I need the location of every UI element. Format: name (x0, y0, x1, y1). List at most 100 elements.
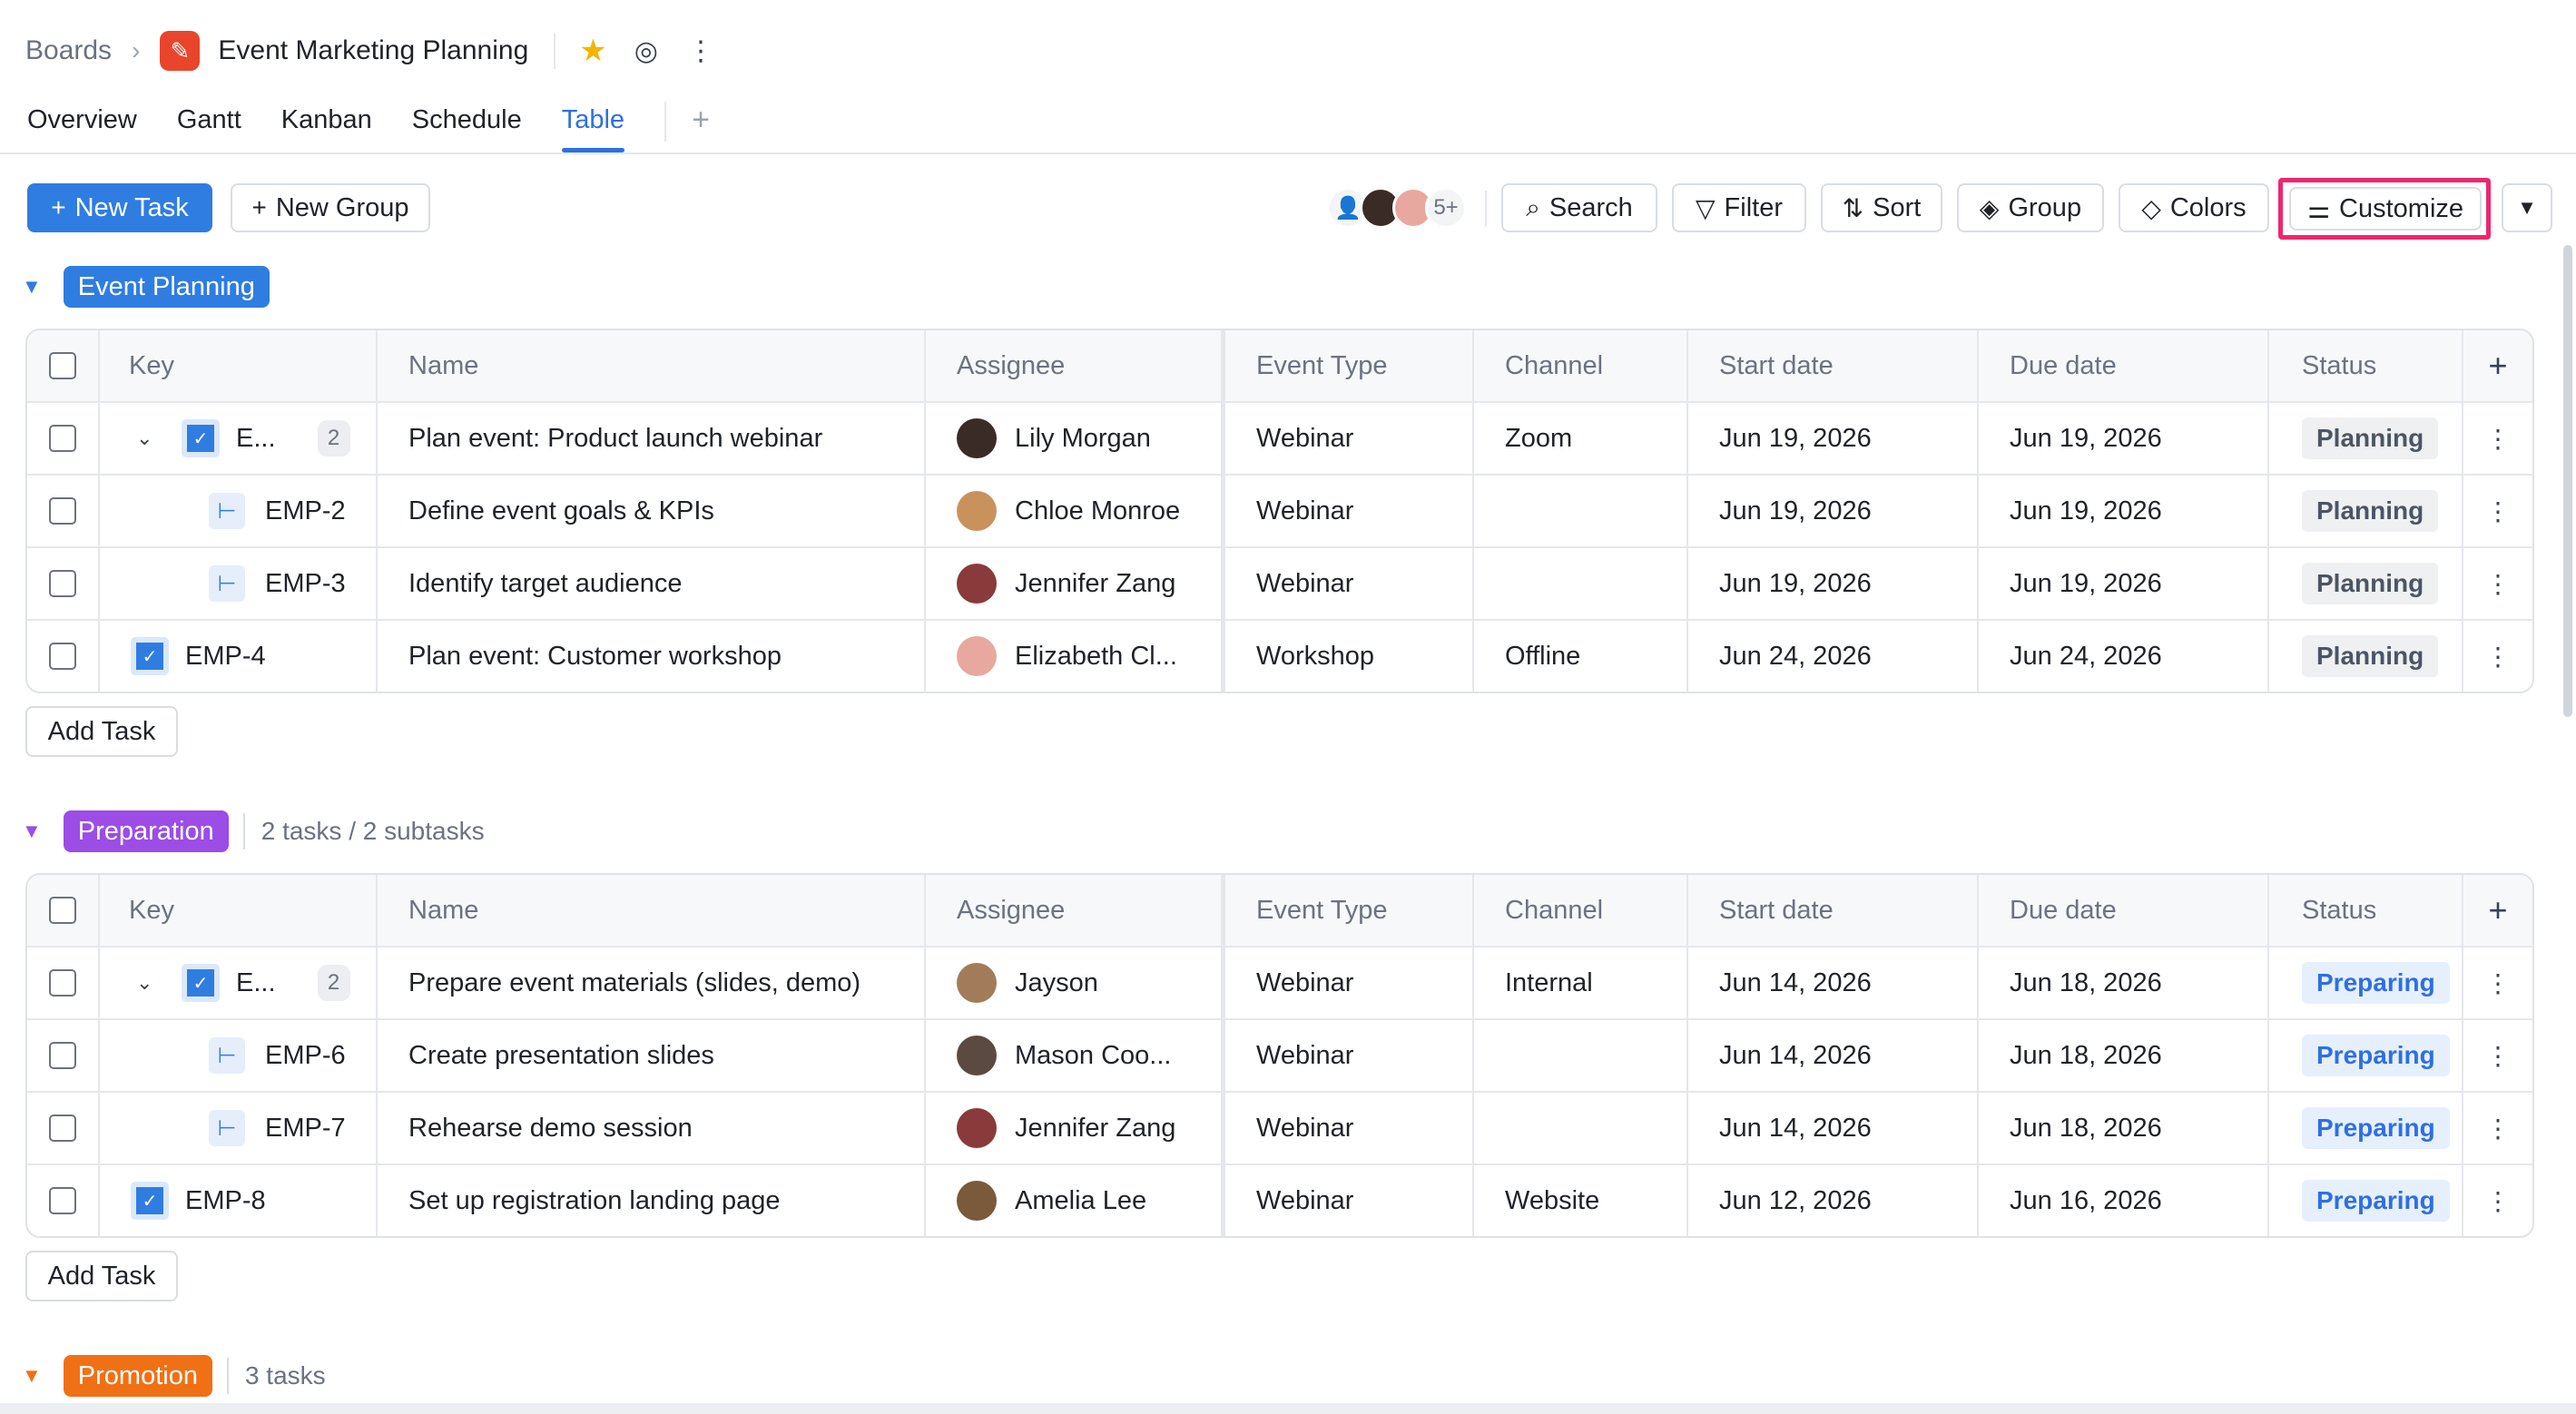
row-checkbox[interactable] (49, 1042, 76, 1069)
channel-cell[interactable] (1474, 548, 1688, 619)
row-checkbox[interactable] (49, 969, 76, 997)
status-cell[interactable]: Preparing (2269, 1165, 2463, 1236)
group-label[interactable]: Event Planning (63, 266, 270, 308)
more-vertical-icon[interactable]: ⋮ (2485, 1186, 2511, 1216)
channel-cell[interactable] (1474, 476, 1688, 546)
due-date-cell[interactable]: Jun 18, 2026 (1979, 1020, 2269, 1091)
column-header-name[interactable]: Name (378, 330, 926, 401)
assignee-cell[interactable]: Chloe Monroe (926, 476, 1225, 546)
due-date-cell[interactable]: Jun 19, 2026 (1979, 548, 2269, 619)
add-column-icon[interactable]: + (2488, 347, 2507, 385)
due-date-cell[interactable]: Jun 18, 2026 (1979, 948, 2269, 1018)
more-vertical-icon[interactable]: ⋮ (2485, 968, 2511, 998)
status-cell[interactable]: Preparing (2269, 1020, 2463, 1091)
expand-chevron-icon[interactable]: ⌄ (136, 427, 156, 450)
task-name[interactable]: Rehearse demo session (378, 1093, 926, 1164)
channel-cell[interactable]: Internal (1474, 948, 1688, 1018)
select-all-checkbox[interactable] (49, 352, 76, 379)
group-label[interactable]: Preparation (63, 810, 229, 852)
status-cell[interactable]: Planning (2269, 621, 2463, 692)
table-row[interactable]: ⊢ EMP-7 Rehearse demo session Jennifer Z… (27, 1091, 2532, 1164)
task-name[interactable]: Create presentation slides (378, 1020, 926, 1091)
assignee-cell[interactable]: Lily Morgan (926, 403, 1225, 474)
due-date-cell[interactable]: Jun 18, 2026 (1979, 1093, 2269, 1164)
column-header-name[interactable]: Name (378, 875, 926, 946)
add-view-icon[interactable]: + (664, 102, 710, 142)
filter-button[interactable]: ▽ Filter (1672, 183, 1806, 232)
column-header-start-date[interactable]: Start date (1688, 875, 1979, 946)
task-key[interactable]: EMP-8 (185, 1186, 266, 1216)
column-header-key[interactable]: Key (100, 875, 378, 946)
column-header-status[interactable]: Status (2269, 330, 2463, 401)
breadcrumb-boards[interactable]: Boards (25, 35, 112, 66)
member-avatars[interactable]: 👤 5+ (1327, 187, 1467, 231)
board-title[interactable]: Event Marketing Planning (218, 35, 528, 66)
event-type-cell[interactable]: Webinar (1225, 1165, 1474, 1236)
more-vertical-icon[interactable]: ⋮ (2485, 424, 2511, 454)
expand-chevron-icon[interactable]: ⌄ (136, 971, 156, 995)
status-cell[interactable]: Preparing (2269, 1093, 2463, 1164)
add-task-button[interactable]: Add Task (25, 1251, 178, 1301)
tab-table[interactable]: Table (561, 102, 625, 152)
group-label[interactable]: Promotion (63, 1355, 212, 1397)
sort-button[interactable]: ⇅ Sort (1821, 183, 1942, 232)
more-vertical-icon[interactable]: ⋮ (2485, 496, 2511, 526)
task-name[interactable]: Plan event: Product launch webinar (378, 403, 926, 474)
row-checkbox[interactable] (49, 1187, 76, 1214)
table-row[interactable]: ⌄ ✓ E... 2 Plan event: Product launch we… (27, 401, 2532, 474)
status-cell[interactable]: Planning (2269, 548, 2463, 619)
assignee-cell[interactable]: Elizabeth Cl... (926, 621, 1225, 692)
watch-icon[interactable]: ◎ (634, 35, 658, 67)
event-type-cell[interactable]: Workshop (1225, 621, 1474, 692)
due-date-cell[interactable]: Jun 16, 2026 (1979, 1165, 2269, 1236)
start-date-cell[interactable]: Jun 19, 2026 (1688, 403, 1979, 474)
assignee-cell[interactable]: Amelia Lee (926, 1165, 1225, 1236)
table-row[interactable]: ⊢ EMP-2 Define event goals & KPIs Chloe … (27, 474, 2532, 546)
column-header-due-date[interactable]: Due date (1979, 330, 2269, 401)
start-date-cell[interactable]: Jun 14, 2026 (1688, 1020, 1979, 1091)
event-type-cell[interactable]: Webinar (1225, 476, 1474, 546)
group-button[interactable]: ◈ Group (1957, 183, 2104, 232)
task-key[interactable]: EMP-7 (265, 1114, 346, 1144)
tab-schedule[interactable]: Schedule (412, 102, 522, 152)
row-checkbox[interactable] (49, 643, 76, 670)
add-column-icon[interactable]: + (2488, 891, 2507, 929)
more-vertical-icon[interactable]: ⋮ (2485, 569, 2511, 599)
column-header-event-type[interactable]: Event Type (1225, 875, 1474, 946)
row-checkbox[interactable] (49, 1115, 76, 1142)
table-row[interactable]: ⊢ EMP-3 Identify target audience Jennife… (27, 546, 2532, 619)
more-vertical-icon[interactable]: ⋮ (2485, 1041, 2511, 1071)
more-vertical-icon[interactable]: ⋮ (2485, 642, 2511, 672)
collapse-caret-icon[interactable]: ▼ (22, 820, 42, 843)
column-header-assignee[interactable]: Assignee (926, 875, 1225, 946)
task-name[interactable]: Plan event: Customer workshop (378, 621, 926, 692)
channel-cell[interactable] (1474, 1093, 1688, 1164)
collapse-caret-icon[interactable]: ▼ (22, 275, 42, 299)
assignee-cell[interactable]: Jayson (926, 948, 1225, 1018)
column-header-start-date[interactable]: Start date (1688, 330, 1979, 401)
event-type-cell[interactable]: Webinar (1225, 1093, 1474, 1164)
row-checkbox[interactable] (49, 425, 76, 452)
tab-kanban[interactable]: Kanban (281, 102, 372, 152)
collapse-caret-icon[interactable]: ▼ (22, 1364, 42, 1388)
task-name[interactable]: Identify target audience (378, 548, 926, 619)
more-options-dropdown[interactable]: ▼ (2502, 183, 2552, 232)
select-all-checkbox[interactable] (49, 897, 76, 924)
task-key[interactable]: EMP-3 (265, 569, 346, 599)
table-row[interactable]: ✓ EMP-4 Plan event: Customer workshop El… (27, 619, 2532, 692)
column-header-channel[interactable]: Channel (1474, 875, 1688, 946)
more-vertical-icon[interactable]: ⋮ (687, 35, 714, 67)
row-checkbox[interactable] (49, 570, 76, 597)
assignee-cell[interactable]: Mason Coo... (926, 1020, 1225, 1091)
task-name[interactable]: Set up registration landing page (378, 1165, 926, 1236)
more-vertical-icon[interactable]: ⋮ (2485, 1114, 2511, 1144)
due-date-cell[interactable]: Jun 19, 2026 (1979, 403, 2269, 474)
channel-cell[interactable] (1474, 1020, 1688, 1091)
column-header-channel[interactable]: Channel (1474, 330, 1688, 401)
task-name[interactable]: Prepare event materials (slides, demo) (378, 948, 926, 1018)
horizontal-scrollbar[interactable] (0, 1403, 2576, 1414)
task-key[interactable]: EMP-4 (185, 642, 266, 672)
start-date-cell[interactable]: Jun 24, 2026 (1688, 621, 1979, 692)
column-header-due-date[interactable]: Due date (1979, 875, 2269, 946)
due-date-cell[interactable]: Jun 24, 2026 (1979, 621, 2269, 692)
